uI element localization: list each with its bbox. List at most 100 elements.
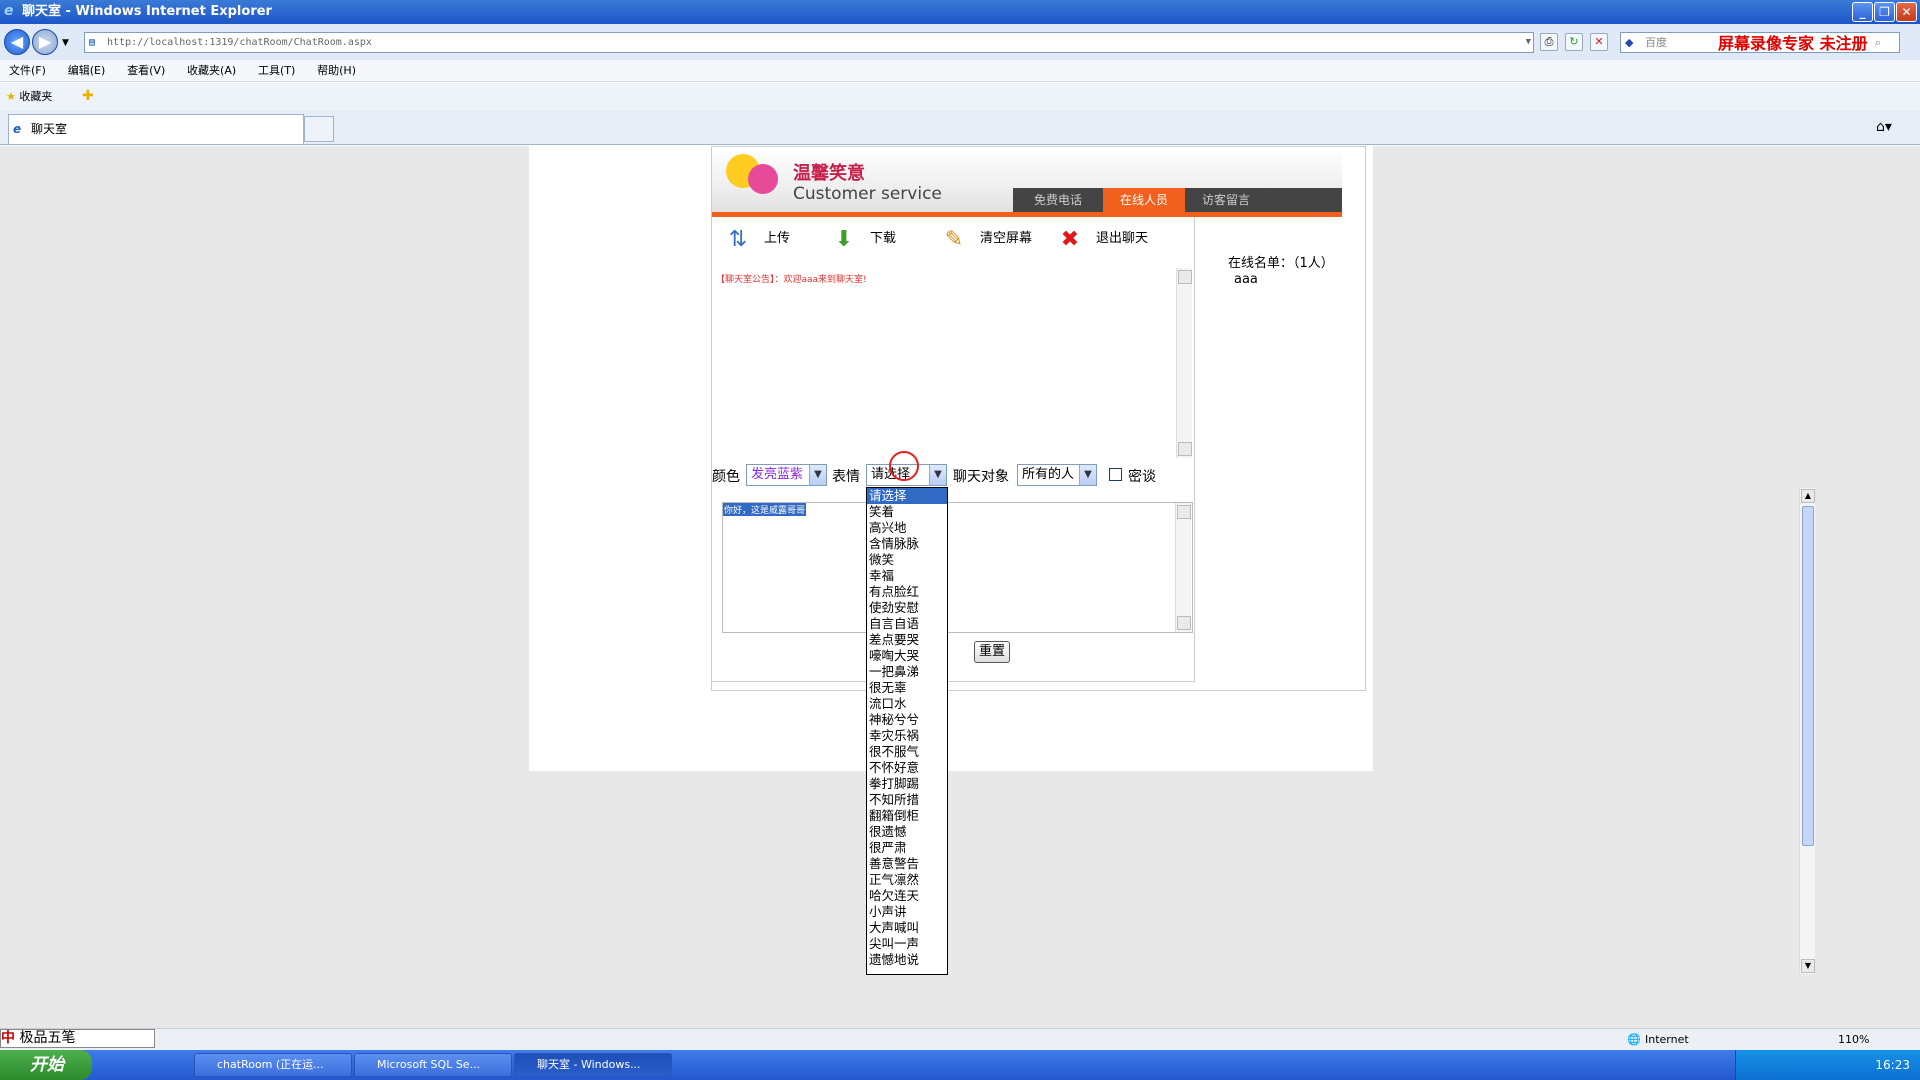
task-sql-server[interactable]: Microsoft SQL Se... (354, 1053, 512, 1077)
emotion-option[interactable]: 哈欠连天 (867, 888, 947, 904)
clear-screen-button[interactable]: ✎ 清空屏幕 (936, 224, 1032, 254)
emotion-option[interactable]: 笑着 (867, 504, 947, 520)
stop-icon[interactable]: ✕ (1590, 33, 1608, 51)
address-text: http://localhost:1319/chatRoom/ChatRoom.… (107, 37, 372, 48)
upload-button[interactable]: ⇅ 上传 (720, 224, 790, 254)
tab-chatroom[interactable]: e 聊天室 (8, 114, 304, 144)
menu-edit[interactable]: 编辑(E) (59, 60, 115, 82)
address-input[interactable]: ▤ http://localhost:1319/chatRoom/ChatRoo… (84, 32, 1534, 53)
task-chatroom-vs[interactable]: chatRoom (正在运... (194, 1053, 352, 1077)
message-scrollbar[interactable] (1176, 268, 1192, 458)
brand-subtitle: Customer service (793, 184, 942, 204)
emotion-option[interactable]: 遗憾地说 (867, 952, 947, 968)
emotion-option[interactable]: 小声讲 (867, 904, 947, 920)
emotion-option[interactable]: 自言自语 (867, 616, 947, 632)
refresh-icon[interactable]: ↻ (1565, 33, 1583, 51)
emotion-option[interactable]: 拳打脚踢 (867, 776, 947, 792)
exit-chat-button[interactable]: ✖ 退出聊天 (1052, 224, 1148, 254)
new-tab-button[interactable] (304, 116, 334, 142)
download-button[interactable]: ⬇ 下载 (826, 224, 896, 254)
scroll-up-icon[interactable]: ▲ (1801, 489, 1815, 503)
task-ie-chatroom[interactable]: 聊天室 - Windows... (514, 1053, 672, 1077)
address-dropdown-icon[interactable]: ▼ (1526, 33, 1531, 52)
emotion-option[interactable]: 不知所措 (867, 792, 947, 808)
scroll-down-icon[interactable]: ▼ (1801, 959, 1815, 973)
scroll-up-icon[interactable] (1177, 505, 1191, 519)
emotion-option[interactable]: 高兴地 (867, 520, 947, 536)
banner-underline (712, 212, 1342, 217)
minimize-button[interactable]: _ (1852, 2, 1873, 22)
emotion-option[interactable]: 很无辜 (867, 680, 947, 696)
history-dropdown-icon[interactable]: ▼ (62, 38, 69, 48)
chevron-down-icon: ▼ (929, 465, 946, 485)
emotion-option[interactable]: 幸福 (867, 568, 947, 584)
emotion-option[interactable]: 一把鼻涕 (867, 664, 947, 680)
tab-title: 聊天室 (31, 122, 68, 136)
nav-guestbook[interactable]: 访客留言 (1185, 188, 1267, 212)
scroll-down-icon[interactable] (1178, 442, 1192, 456)
emotion-option[interactable]: 含情脉脉 (867, 536, 947, 552)
back-button[interactable]: ◀ (4, 29, 30, 55)
emotion-option[interactable]: 不怀好意 (867, 760, 947, 776)
compat-view-icon[interactable]: ⎙ (1540, 33, 1558, 51)
color-select[interactable]: 发亮蓝紫 ▼ (746, 464, 827, 486)
scroll-down-icon[interactable] (1177, 616, 1191, 630)
emotion-option[interactable]: 很不服气 (867, 744, 947, 760)
menu-favorites[interactable]: 收藏夹(A) (178, 60, 245, 82)
color-label: 颜色 (712, 469, 740, 485)
scroll-thumb[interactable] (1802, 506, 1814, 846)
input-scrollbar[interactable] (1175, 503, 1191, 632)
emotion-option[interactable]: 神秘兮兮 (867, 712, 947, 728)
nav-free-call[interactable]: 免费电话 (1013, 188, 1103, 212)
scroll-up-icon[interactable] (1178, 270, 1192, 284)
emotion-option[interactable]: 很遗憾 (867, 824, 947, 840)
emotion-option[interactable]: 幸灾乐祸 (867, 728, 947, 744)
restore-button[interactable]: ❐ (1874, 2, 1895, 22)
close-button[interactable]: ✕ (1896, 2, 1917, 22)
ime-bar[interactable]: 中 极品五笔 (0, 1029, 155, 1048)
chevron-down-icon: ▼ (1079, 465, 1096, 485)
window-titlebar: e 聊天室 - Windows Internet Explorer _ ❐ ✕ (0, 0, 1920, 24)
menu-tools[interactable]: 工具(T) (249, 60, 304, 82)
menu-help[interactable]: 帮助(H) (308, 60, 365, 82)
add-favorite-icon[interactable]: ✚ (82, 88, 94, 104)
reset-button[interactable]: 重置 (974, 641, 1010, 663)
dropdown-scrollbar[interactable]: ▲ ▼ (1799, 488, 1815, 974)
emotion-option[interactable]: 大声喊叫 (867, 920, 947, 936)
message-input[interactable] (722, 502, 1193, 633)
zoom-level[interactable]: 110% (1838, 1029, 1869, 1051)
home-icon[interactable]: ⌂▾ (1876, 119, 1892, 135)
menu-file[interactable]: 文件(F) (0, 60, 55, 82)
emotion-option[interactable]: 善意警告 (867, 856, 947, 872)
emotion-option[interactable]: 流口水 (867, 696, 947, 712)
online-user[interactable]: aaa (1234, 272, 1258, 287)
emotion-option[interactable]: 翻箱倒柜 (867, 808, 947, 824)
chat-nav: 免费电话 在线人员 访客留言 (1013, 188, 1342, 212)
favorites-bar: ★ 收藏夹 ✚ (0, 83, 1920, 111)
emotion-option[interactable]: 使劲安慰 (867, 600, 947, 616)
brand-title: 温馨笑意 (793, 163, 865, 184)
emotion-option[interactable]: 微笑 (867, 552, 947, 568)
emotion-option[interactable]: 有点脸红 (867, 584, 947, 600)
favorites-button[interactable]: ★ 收藏夹 (6, 88, 52, 106)
download-label: 下载 (870, 231, 897, 246)
emotion-option[interactable]: 嚎啕大哭 (867, 648, 947, 664)
target-select[interactable]: 所有的人 ▼ (1017, 464, 1097, 486)
nav-online-users[interactable]: 在线人员 (1103, 188, 1185, 212)
message-input-text: 你好，这是威露哥哥 (723, 503, 807, 516)
forward-button[interactable]: ▶ (32, 29, 58, 55)
emotion-option[interactable]: 正气凛然 (867, 872, 947, 888)
start-button[interactable]: 开始 (0, 1050, 92, 1080)
emotion-option[interactable]: 很严肃 (867, 840, 947, 856)
private-checkbox[interactable] (1109, 468, 1122, 481)
exit-chat-label: 退出聊天 (1096, 231, 1149, 246)
task-label: 聊天室 - Windows... (537, 1058, 641, 1071)
menu-bar: 文件(F) 编辑(E) 查看(V) 收藏夹(A) 工具(T) 帮助(H) (0, 60, 1920, 82)
emotion-option[interactable]: 差点要哭 (867, 632, 947, 648)
emotion-dropdown-list[interactable]: 请选择 笑着 高兴地 含情脉脉 微笑 幸福 有点脸红 使劲安慰 自言自语 差点要哭 嚎啕大哭 一把鼻涕… (866, 487, 1815, 975)
search-icon[interactable]: ⌕ (1875, 33, 1881, 52)
download-icon: ⬇ (834, 226, 854, 252)
emotion-option[interactable]: 尖叫一声 (867, 936, 947, 952)
emotion-option[interactable]: 请选择 (867, 488, 947, 504)
menu-view[interactable]: 查看(V) (118, 60, 174, 82)
